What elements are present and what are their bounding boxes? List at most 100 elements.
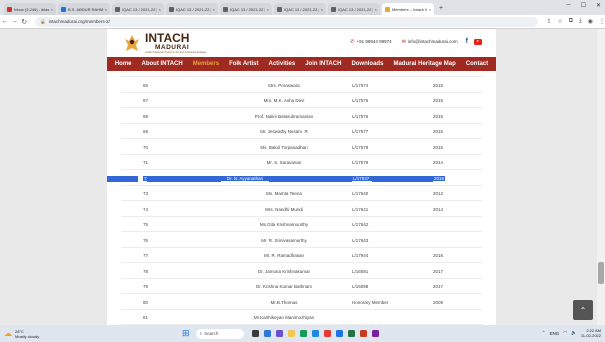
member-number: 73 [143, 191, 149, 196]
forward-icon[interactable]: → [10, 18, 20, 25]
member-number: 80 [143, 299, 149, 305]
scrollbar-thumb[interactable] [598, 262, 604, 284]
member-name: Dr. Jamuna Krishnakumar [257, 268, 311, 274]
tab-close-icon[interactable]: × [429, 7, 431, 12]
membership-year: 2014 [433, 160, 444, 165]
volume-icon[interactable]: 🔈 [571, 330, 577, 336]
maximize-icon[interactable]: ☐ [581, 2, 586, 9]
intach-logo-icon[interactable] [122, 33, 142, 53]
member-name: Mr. R. Ramadhasan [263, 253, 305, 258]
weather-widget[interactable]: ☁ 28°C Mostly cloudy [4, 329, 64, 339]
browser-tab[interactable]: IQAC 13 / 2021-22 | Cresc...× [328, 3, 380, 15]
table-row: 81 Mr.Karthikeyan Manimozhiyan [107, 310, 496, 325]
back-icon[interactable]: ← [0, 18, 10, 25]
download-icon[interactable]: ⤓ [579, 18, 582, 25]
membership-year: 2015 [433, 144, 444, 150]
tab-title: IQAC 13 / 2021-22 | Crescent In... [122, 6, 157, 12]
selection-highlight [372, 175, 433, 182]
file-explorer-icon[interactable] [287, 330, 295, 337]
windows-start-icon[interactable]: ⊞ [182, 328, 190, 339]
youtube-icon[interactable] [474, 38, 482, 45]
tab-close-icon[interactable]: × [267, 7, 269, 12]
share-icon[interactable]: ⇪ [546, 18, 551, 25]
menu-item-about-intach[interactable]: About INTACH [142, 61, 183, 67]
menu-item-downloads[interactable]: Downloads [351, 61, 383, 67]
scroll-to-top-button[interactable]: ⌃ [573, 300, 593, 320]
language-indicator[interactable]: ENG [550, 331, 560, 336]
widgets-icon[interactable] [263, 330, 271, 337]
browser-tab[interactable]: IQAC 13 / 2021-22 | Cresc...× [166, 3, 218, 15]
phone-number[interactable]: +91 99944 99974 [356, 39, 391, 44]
browser-tab-strip: Inbox (3,246) - iblasdu.ryan@...×B.S. AB… [0, 0, 605, 15]
minimize-icon[interactable]: ─ [566, 2, 570, 9]
task-view-icon[interactable] [251, 330, 259, 337]
menu-item-activities[interactable]: Activities [269, 61, 296, 67]
word-icon[interactable] [335, 330, 343, 337]
membership-id: L/17573 [352, 71, 368, 72]
menu-item-folk-artist[interactable]: Folk Artist [229, 61, 258, 67]
membership-id: L/16091 [352, 268, 369, 274]
teams-icon[interactable] [275, 330, 283, 337]
app-icon[interactable] [371, 330, 379, 337]
member-number: 66 [143, 82, 149, 88]
menu-item-join-intach[interactable]: Join INTACH [305, 61, 341, 67]
member-number: 68 [143, 113, 149, 119]
windows-taskbar: ☁ 28°C Mostly cloudy ⊞ ⌕ Search ⌃ ENG ◠ … [0, 325, 605, 342]
url-input[interactable]: 🔒 intachmadurai.org/members-2/ [35, 16, 539, 27]
new-tab-icon[interactable]: + [439, 3, 443, 15]
menu-item-madurai-heritage-map[interactable]: Madurai Heritage Map [393, 61, 455, 67]
tab-close-icon[interactable]: × [159, 7, 161, 12]
membership-id: L/17576 [352, 113, 369, 119]
store-icon[interactable] [311, 330, 319, 337]
tab-favicon-icon [169, 6, 174, 12]
membership-year: 2012 [433, 191, 444, 196]
browser-tab[interactable]: IQAC 13 / 2021-22 | Cresc...× [220, 3, 272, 15]
powerpoint-icon[interactable] [359, 330, 367, 337]
menu-icon[interactable]: ⋮ [599, 18, 605, 25]
browser-tab[interactable]: Inbox (3,246) - iblasdu.ryan@...× [4, 3, 56, 15]
menu-item-contact[interactable]: Contact [466, 61, 488, 67]
table-row: 67 Mrs. M.K. Asha Devi L/17575 2015 [107, 93, 496, 108]
chevron-up-icon[interactable]: ⌃ [542, 330, 546, 336]
browser-tab[interactable]: IQAC 13 / 2021-22 | Crescent In...× [112, 3, 164, 15]
facebook-icon[interactable]: f [466, 38, 468, 45]
tab-close-icon[interactable]: × [321, 7, 323, 12]
members-table: Mr.S.NarasimhanL/17573 2015 66 Mrs. Poraswa… [107, 71, 496, 325]
tab-favicon-icon [277, 6, 282, 12]
tab-close-icon[interactable]: × [51, 7, 53, 12]
tab-title: IQAC 13 / 2021-22 | Cresc... [284, 6, 319, 12]
taskbar-search[interactable]: ⌕ Search [195, 328, 244, 339]
browser-tab[interactable]: Members – Intach Madurai× [382, 3, 434, 15]
arrow-up-icon: ⌃ [579, 305, 587, 315]
email-address[interactable]: info@intachmadurai.com [408, 39, 458, 44]
membership-id: L/17641 [352, 206, 369, 212]
tab-close-icon[interactable]: × [213, 7, 215, 12]
extensions-icon[interactable]: ⧉ [569, 18, 573, 25]
member-name: Mrs. Poraswara [268, 82, 300, 88]
tab-favicon-icon [331, 6, 336, 12]
profile-icon[interactable]: ◉ [588, 18, 593, 25]
excel-icon[interactable] [347, 330, 355, 337]
membership-id: L/17944 [352, 253, 369, 258]
membership-id: Honorary Member [352, 299, 389, 305]
browser-tab[interactable]: B.S. ABDUR RAHMAN CRESCENT...× [58, 3, 110, 15]
tab-favicon-icon [61, 6, 66, 12]
reload-icon[interactable]: ↻ [19, 18, 29, 26]
clock[interactable]: 2:22 AM 11-02-2022 [581, 328, 601, 338]
member-number: 71 [143, 160, 149, 165]
wifi-icon[interactable]: ◠ [563, 330, 567, 336]
member-name: Ms.Gita Krishnamoorthy [259, 222, 309, 227]
tab-close-icon[interactable]: × [375, 7, 377, 12]
browser-tab[interactable]: IQAC 13 / 2021-22 | Cresc...× [274, 3, 326, 15]
menu-item-members[interactable]: Members [193, 61, 219, 67]
tab-close-icon[interactable]: × [105, 7, 107, 12]
member-name: Mr.Karthikeyan Manimozhiyan [253, 315, 315, 320]
close-icon[interactable]: ✕ [596, 2, 601, 9]
member-name: Ms. Bakul Torpanadhan [260, 144, 308, 150]
bookmark-star-icon[interactable]: ☆ [557, 18, 562, 25]
tab-title: B.S. ABDUR RAHMAN CRESCENT... [68, 6, 103, 12]
table-row: 76 Mr. R. Srinivasamurthy L/17643 [107, 233, 496, 248]
menu-item-home[interactable]: Home [115, 61, 132, 67]
chrome-icon[interactable] [323, 330, 331, 337]
edge-icon[interactable] [299, 330, 307, 337]
